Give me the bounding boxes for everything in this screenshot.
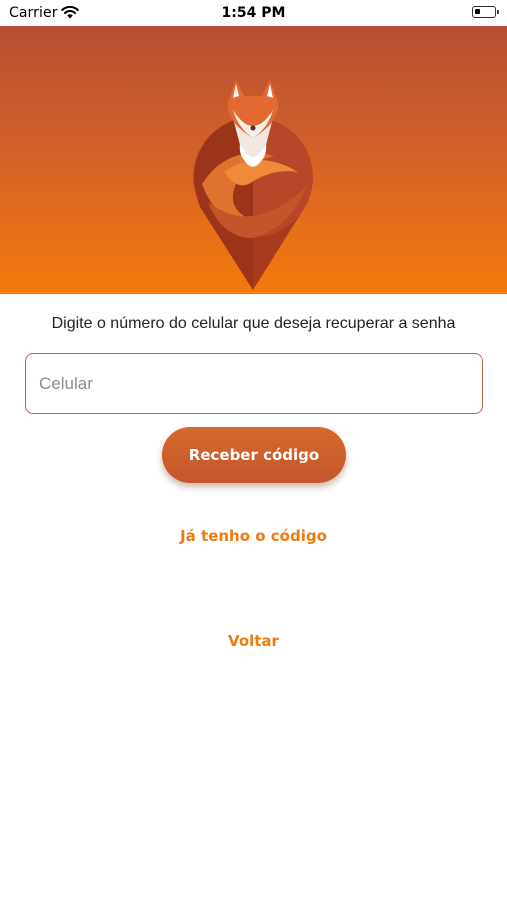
- have-code-link[interactable]: Já tenho o código: [0, 527, 507, 545]
- battery-level: [475, 9, 480, 14]
- clock: 1:54 PM: [221, 5, 286, 21]
- fox-logo-icon: [193, 80, 313, 290]
- phone-number-input[interactable]: [25, 353, 483, 414]
- status-bar: Carrier 1:54 PM: [0, 0, 507, 26]
- instruction-text: Digite o número do celular que deseja re…: [51, 315, 456, 332]
- battery-icon: [472, 6, 499, 18]
- header-banner: [0, 26, 507, 294]
- back-link[interactable]: Voltar: [0, 632, 507, 650]
- receive-code-button[interactable]: Receber código: [162, 427, 346, 483]
